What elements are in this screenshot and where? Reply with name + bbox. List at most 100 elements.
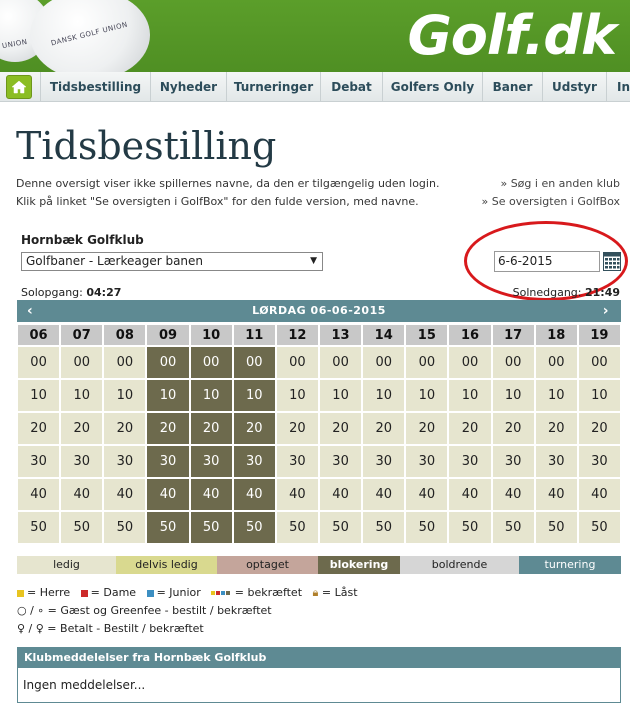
- time-slot[interactable]: 50: [189, 511, 233, 544]
- time-slot[interactable]: 40: [60, 478, 104, 511]
- nav-item-baner[interactable]: Baner: [482, 72, 542, 102]
- nav-item-debat[interactable]: Debat: [320, 72, 382, 102]
- nav-item-golfers-only[interactable]: Golfers Only: [382, 72, 482, 102]
- course-select[interactable]: Golfbaner - Lærkeager banen ▼: [21, 252, 323, 271]
- time-slot[interactable]: 40: [491, 478, 535, 511]
- time-slot[interactable]: 50: [17, 511, 61, 544]
- time-slot[interactable]: 10: [362, 379, 406, 412]
- time-slot[interactable]: 40: [319, 478, 363, 511]
- nav-item-udstyr[interactable]: Udstyr: [542, 72, 606, 102]
- time-slot[interactable]: 30: [534, 445, 578, 478]
- hour-header: 13: [319, 324, 363, 346]
- time-slot[interactable]: 20: [534, 412, 578, 445]
- time-slot[interactable]: 00: [189, 346, 233, 379]
- time-slot[interactable]: 40: [362, 478, 406, 511]
- next-day-arrow-icon[interactable]: ›: [603, 300, 609, 322]
- time-slot[interactable]: 50: [534, 511, 578, 544]
- time-slot[interactable]: 00: [491, 346, 535, 379]
- nav-item-tidsbestilling[interactable]: Tidsbestilling: [40, 72, 150, 102]
- time-slot[interactable]: 30: [448, 445, 492, 478]
- time-slot[interactable]: 00: [448, 346, 492, 379]
- nav-item-turneringer[interactable]: Turneringer: [226, 72, 320, 102]
- time-slot[interactable]: 20: [577, 412, 621, 445]
- time-slot[interactable]: 10: [577, 379, 621, 412]
- time-slot[interactable]: 00: [275, 346, 319, 379]
- time-slot[interactable]: 20: [448, 412, 492, 445]
- time-slot[interactable]: 50: [319, 511, 363, 544]
- time-slot[interactable]: 40: [448, 478, 492, 511]
- time-slot[interactable]: 50: [448, 511, 492, 544]
- time-slot[interactable]: 30: [491, 445, 535, 478]
- nav-item-nyheder[interactable]: Nyheder: [150, 72, 226, 102]
- time-slot[interactable]: 40: [577, 478, 621, 511]
- time-slot[interactable]: 30: [232, 445, 276, 478]
- time-slot[interactable]: 40: [232, 478, 276, 511]
- time-slot[interactable]: 00: [17, 346, 61, 379]
- time-slot[interactable]: 20: [362, 412, 406, 445]
- time-slot[interactable]: 10: [232, 379, 276, 412]
- time-slot[interactable]: 40: [189, 478, 233, 511]
- time-slot[interactable]: 20: [103, 412, 147, 445]
- time-slot[interactable]: 00: [60, 346, 104, 379]
- link-golfbox[interactable]: » Se oversigten i GolfBox: [481, 195, 620, 208]
- time-slot[interactable]: 50: [275, 511, 319, 544]
- time-slot[interactable]: 50: [577, 511, 621, 544]
- time-slot[interactable]: 10: [103, 379, 147, 412]
- link-other-club[interactable]: » Søg i en anden klub: [500, 177, 620, 190]
- time-slot[interactable]: 10: [146, 379, 190, 412]
- time-slot[interactable]: 00: [405, 346, 449, 379]
- time-slot[interactable]: 10: [189, 379, 233, 412]
- time-slot[interactable]: 40: [405, 478, 449, 511]
- time-slot[interactable]: 30: [17, 445, 61, 478]
- time-slot[interactable]: 40: [534, 478, 578, 511]
- time-slot[interactable]: 20: [232, 412, 276, 445]
- time-slot[interactable]: 10: [534, 379, 578, 412]
- time-slot[interactable]: 10: [448, 379, 492, 412]
- time-slot[interactable]: 50: [405, 511, 449, 544]
- time-slot[interactable]: 30: [146, 445, 190, 478]
- time-slot[interactable]: 20: [60, 412, 104, 445]
- time-slot[interactable]: 30: [362, 445, 406, 478]
- time-slot[interactable]: 00: [319, 346, 363, 379]
- time-slot[interactable]: 10: [60, 379, 104, 412]
- time-slot[interactable]: 20: [189, 412, 233, 445]
- time-slot[interactable]: 40: [17, 478, 61, 511]
- time-slot[interactable]: 50: [362, 511, 406, 544]
- time-slot[interactable]: 10: [491, 379, 535, 412]
- site-logo[interactable]: Golf.dk: [407, 4, 617, 67]
- time-slot[interactable]: 00: [362, 346, 406, 379]
- time-slot[interactable]: 00: [232, 346, 276, 379]
- time-slot[interactable]: 50: [146, 511, 190, 544]
- time-slot[interactable]: 10: [17, 379, 61, 412]
- time-slot[interactable]: 20: [146, 412, 190, 445]
- time-slot[interactable]: 50: [232, 511, 276, 544]
- time-slot[interactable]: 30: [405, 445, 449, 478]
- time-slot[interactable]: 30: [189, 445, 233, 478]
- time-slot[interactable]: 30: [577, 445, 621, 478]
- time-slot[interactable]: 50: [60, 511, 104, 544]
- time-slot[interactable]: 10: [405, 379, 449, 412]
- time-slot[interactable]: 20: [275, 412, 319, 445]
- time-slot[interactable]: 10: [319, 379, 363, 412]
- time-slot[interactable]: 00: [534, 346, 578, 379]
- time-slot[interactable]: 00: [577, 346, 621, 379]
- time-slot[interactable]: 10: [275, 379, 319, 412]
- nav-item-more[interactable]: In: [606, 72, 630, 102]
- time-slot[interactable]: 20: [405, 412, 449, 445]
- time-slot[interactable]: 30: [60, 445, 104, 478]
- time-slot[interactable]: 40: [146, 478, 190, 511]
- time-slot[interactable]: 40: [275, 478, 319, 511]
- time-slot[interactable]: 30: [319, 445, 363, 478]
- time-slot[interactable]: 20: [17, 412, 61, 445]
- time-slot[interactable]: 30: [103, 445, 147, 478]
- time-slot[interactable]: 40: [103, 478, 147, 511]
- time-slot[interactable]: 30: [275, 445, 319, 478]
- time-slot[interactable]: 00: [146, 346, 190, 379]
- time-slot[interactable]: 50: [491, 511, 535, 544]
- prev-day-arrow-icon[interactable]: ‹: [27, 300, 33, 322]
- time-slot[interactable]: 20: [491, 412, 535, 445]
- time-slot[interactable]: 00: [103, 346, 147, 379]
- time-slot[interactable]: 50: [103, 511, 147, 544]
- time-slot[interactable]: 20: [319, 412, 363, 445]
- nav-home-button[interactable]: [6, 75, 32, 99]
